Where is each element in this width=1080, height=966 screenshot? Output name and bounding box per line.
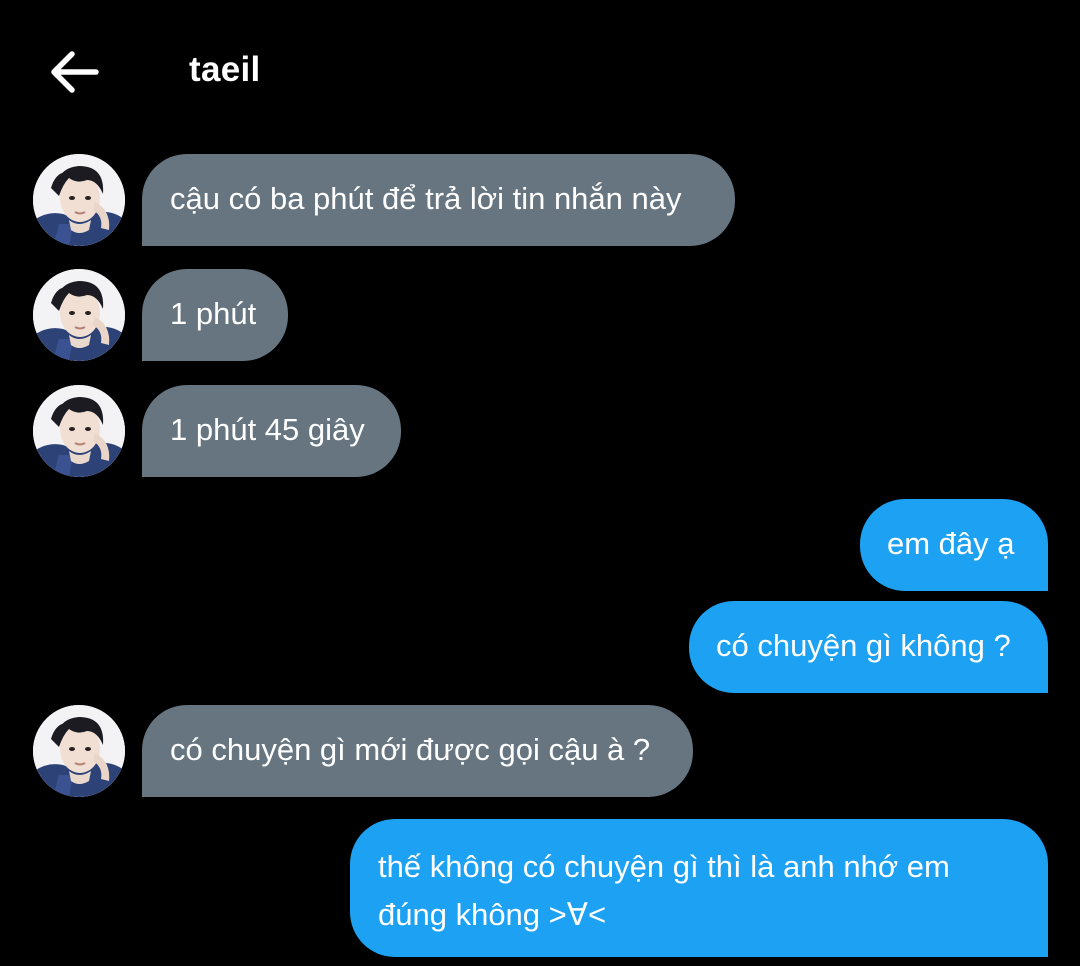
contact-avatar[interactable] [33, 154, 125, 246]
message-bubble-outgoing[interactable]: có chuyện gì không ? [689, 601, 1048, 693]
chat-header: taeil [0, 0, 1080, 140]
message-bubble-incoming[interactable]: cậu có ba phút để trả lời tin nhắn này [142, 154, 735, 246]
message-bubble-outgoing[interactable]: em đây ạ [860, 499, 1048, 591]
contact-avatar[interactable] [33, 385, 125, 477]
contact-avatar[interactable] [33, 705, 125, 797]
message-text: 1 phút [170, 296, 257, 331]
message-text: có chuyện gì không ? [716, 628, 1011, 663]
message-bubble-incoming[interactable]: 1 phút [142, 269, 288, 361]
message-text: 1 phút 45 giây [170, 412, 365, 447]
message-text: cậu có ba phút để trả lời tin nhắn này [170, 181, 682, 216]
back-button[interactable] [48, 48, 100, 96]
message-text: thế không có chuyện gì thì là anh nhớ em… [378, 849, 950, 932]
message-bubble-incoming[interactable]: 1 phút 45 giây [142, 385, 401, 477]
message-bubble-incoming[interactable]: có chuyện gì mới được gọi cậu à ? [142, 705, 693, 797]
chat-title[interactable]: taeil [189, 48, 261, 92]
contact-avatar[interactable] [33, 269, 125, 361]
message-bubble-outgoing[interactable]: thế không có chuyện gì thì là anh nhớ em… [350, 819, 1048, 957]
message-text: em đây ạ [887, 526, 1015, 561]
arrow-left-icon [51, 51, 99, 93]
message-text: có chuyện gì mới được gọi cậu à ? [170, 732, 651, 767]
